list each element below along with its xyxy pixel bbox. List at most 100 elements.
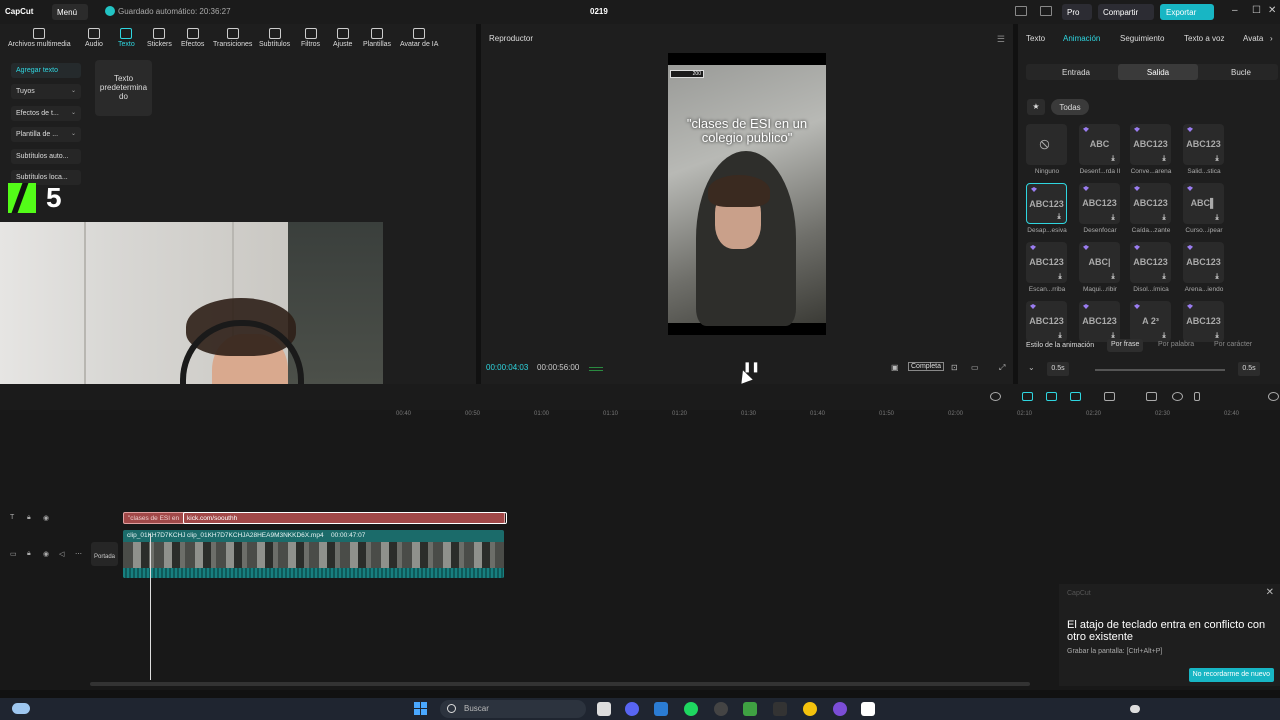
download-icon[interactable]: ⤓ <box>1213 155 1221 163</box>
default-text-card[interactable]: Texto predetermina do <box>95 60 152 116</box>
lock-icon[interactable]: 🔒︎ <box>27 550 31 558</box>
download-icon[interactable]: ⤓ <box>1160 155 1168 163</box>
animation-effect[interactable]: ABC123 ⤓ Desap...esiva <box>1026 183 1068 234</box>
download-icon[interactable]: ⤓ <box>1056 273 1064 281</box>
menu-button[interactable]: Menú <box>52 4 88 20</box>
video-preview[interactable]: 200 "clases de ESI en un colegio publico… <box>668 53 826 335</box>
cover-button[interactable]: Portada <box>91 542 118 566</box>
close-icon[interactable]: ✕ <box>1266 587 1274 598</box>
download-icon[interactable]: ⤓ <box>1160 214 1168 222</box>
tab-effects[interactable]: Efectos <box>181 28 204 48</box>
tab-adjust[interactable]: Ajuste <box>333 28 352 48</box>
minecraft-icon[interactable] <box>743 702 757 716</box>
tab-stickers[interactable]: Stickers <box>147 28 172 48</box>
split-icon[interactable] <box>1146 392 1157 401</box>
link-icon[interactable] <box>1022 392 1033 401</box>
duration-slider[interactable] <box>1095 369 1225 371</box>
favorite-icon[interactable]: ★ <box>1027 99 1045 115</box>
aspect-icon[interactable]: ▭ <box>971 363 979 372</box>
sidebar-item-auto-subtitles[interactable]: Subtítulos auto... <box>11 149 81 164</box>
tab-bucle[interactable]: Bucle <box>1201 64 1280 80</box>
download-icon[interactable]: ⤓ <box>1213 273 1221 281</box>
tab-text-props[interactable]: Texto <box>1026 34 1045 43</box>
animation-effect[interactable]: ABC123 ⤓ <box>1026 301 1068 342</box>
onedrive-icon[interactable] <box>1130 705 1140 713</box>
dont-remind-button[interactable]: No recordarme de nuevo <box>1188 668 1274 682</box>
animation-effect[interactable]: ABC123 ⤓ <box>1079 301 1121 342</box>
fit-select[interactable]: Completa <box>908 362 944 371</box>
tab-tts[interactable]: Texto a voz <box>1184 34 1224 43</box>
duration-start[interactable]: 0.5s <box>1047 362 1069 376</box>
export-button[interactable]: Exportar <box>1160 4 1214 20</box>
style-by-word[interactable]: Por palabra <box>1154 339 1198 352</box>
player-menu-icon[interactable]: ☰ <box>997 34 1005 45</box>
animation-effect[interactable]: ABC ⤓ Desenf...rda II <box>1079 124 1121 175</box>
sidebar-item-template[interactable]: Plantilla de ... ⌄ <box>11 127 81 142</box>
more-icon[interactable]: ⋯ <box>75 550 82 558</box>
preview-axis-icon[interactable] <box>1104 392 1115 401</box>
video-clip[interactable]: clip_01KH7D7KCHJ clip_01KH7D7KCHJA28HEA9… <box>123 530 504 578</box>
tab-transitions[interactable]: Transiciones <box>213 28 252 48</box>
animation-effect[interactable]: A 2³ ⤓ <box>1130 301 1172 342</box>
animation-effect[interactable]: ABC123 ⤓ Conve...arena <box>1130 124 1172 175</box>
start-icon[interactable] <box>414 702 428 716</box>
tab-templates[interactable]: Plantillas <box>363 28 391 48</box>
tab-entrada[interactable]: Entrada <box>1036 64 1116 80</box>
capcut-icon[interactable] <box>861 702 875 716</box>
animation-effect[interactable]: ABC123 ⤓ Escan...rriba <box>1026 242 1068 293</box>
taskbar-search[interactable]: Buscar <box>440 700 586 718</box>
tab-audio[interactable]: Audio <box>85 28 103 48</box>
animation-effect[interactable]: ABC123 ⤓ Disol...ímica <box>1130 242 1172 293</box>
animation-effect[interactable]: ABC123 ⤓ Caída...zante <box>1130 183 1172 234</box>
animation-effect[interactable]: ABC▌ ⤓ Curso...ipear <box>1183 183 1225 234</box>
fullscreen-icon[interactable]: ⤢ <box>999 363 1005 373</box>
spotify-icon[interactable] <box>684 702 698 716</box>
download-icon[interactable]: ⤓ <box>1056 332 1064 340</box>
tab-tracking[interactable]: Seguimiento <box>1120 34 1164 43</box>
tab-avatar[interactable]: Avata <box>1243 34 1263 43</box>
close-icon[interactable]: ✕ <box>1268 5 1276 16</box>
sidebar-item-add-text[interactable]: Agregar texto <box>11 63 81 78</box>
settings-icon[interactable] <box>714 702 728 716</box>
chevron-right-icon[interactable]: › <box>1270 34 1273 43</box>
minimize-icon[interactable]: – <box>1232 5 1238 16</box>
download-icon[interactable]: ⤓ <box>1213 214 1221 222</box>
shortcut-icon[interactable] <box>1040 6 1052 16</box>
zoom-out-icon[interactable] <box>1172 392 1183 401</box>
weather-icon[interactable] <box>12 703 30 714</box>
lock-icon[interactable]: 🔒︎ <box>27 514 31 522</box>
filter-all-button[interactable]: Todas <box>1051 99 1089 115</box>
download-icon[interactable]: ⤓ <box>1160 273 1168 281</box>
screenshot-icon[interactable]: ⊡ <box>951 363 958 372</box>
animation-effect[interactable]: ABC| ⤓ Maqui...ribir <box>1079 242 1121 293</box>
tab-subtitles[interactable]: Subtítulos <box>259 28 290 48</box>
download-icon[interactable]: ⤓ <box>1055 213 1063 221</box>
tab-filters[interactable]: Filtros <box>301 28 320 48</box>
discord-icon[interactable] <box>625 702 639 716</box>
sidebar-item-text-effects[interactable]: Efectos de t... ⌄ <box>11 106 81 121</box>
playhead[interactable] <box>150 534 151 680</box>
text-clip[interactable]: "clases de ESI en kick.com/soouthh <box>123 512 507 524</box>
maximize-icon[interactable]: ☐ <box>1252 5 1261 16</box>
style-by-char[interactable]: Por carácter <box>1210 339 1256 352</box>
timeline-scrollbar[interactable] <box>90 682 1030 686</box>
mic-icon[interactable] <box>990 392 1001 401</box>
animation-effect[interactable]: ABC123 ⤓ Desenfocar <box>1079 183 1121 234</box>
tab-ai-avatar[interactable]: Avatar de IA <box>400 28 438 48</box>
animation-effect[interactable]: ⃠ Ninguno <box>1026 124 1068 175</box>
sidebar-item-yours[interactable]: Tuyos ⌄ <box>11 84 81 99</box>
zoom-slider[interactable] <box>1194 392 1200 401</box>
chevron-down-icon[interactable]: ⌄ <box>1028 363 1035 372</box>
ratio-icon[interactable]: ▣ <box>891 363 899 372</box>
layout-icon[interactable] <box>1015 6 1027 16</box>
speaker-icon[interactable]: ◁ <box>59 550 64 558</box>
chrome-icon[interactable] <box>803 702 817 716</box>
style-by-phrase[interactable]: Por frase <box>1107 339 1144 352</box>
eye-icon[interactable]: ◉ <box>43 550 49 558</box>
tab-animation[interactable]: Animación <box>1063 34 1100 43</box>
magnet-icon[interactable] <box>1046 392 1057 401</box>
duration-end[interactable]: 0.5s <box>1238 362 1260 376</box>
animation-effect[interactable]: ABC123 ⤓ <box>1183 301 1225 342</box>
tab-salida[interactable]: Salida <box>1118 64 1198 80</box>
animation-effect[interactable]: ABC123 ⤓ Arena...iendo <box>1183 242 1225 293</box>
